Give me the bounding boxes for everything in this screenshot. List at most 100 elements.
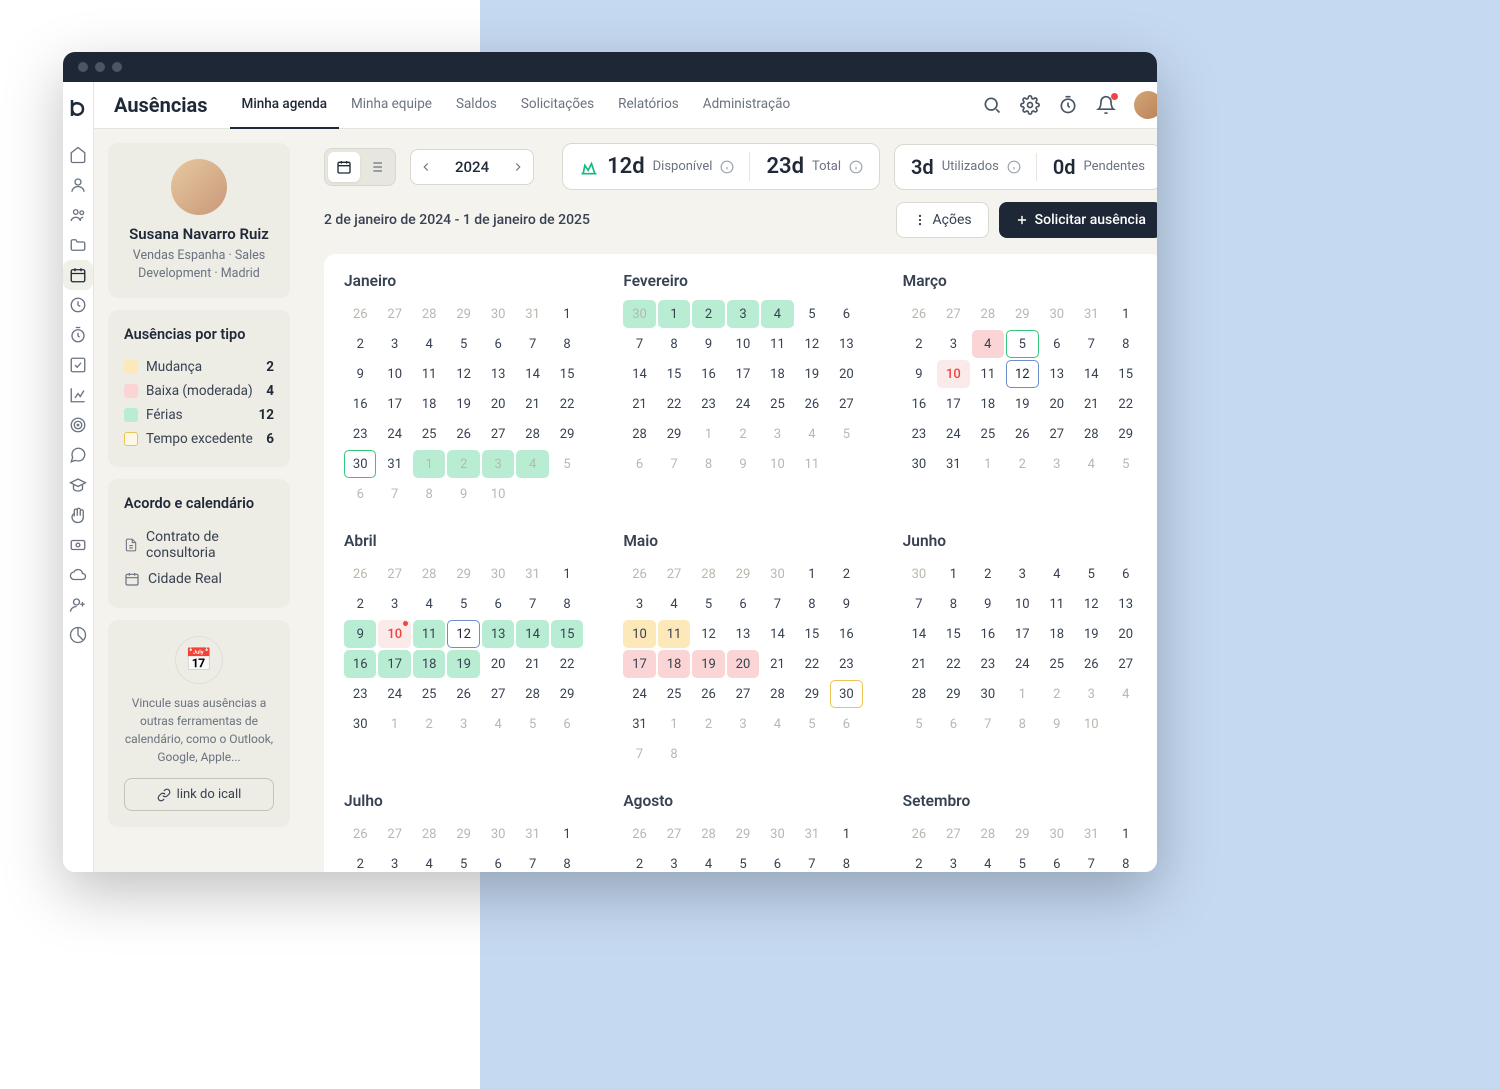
rail-calendar[interactable] <box>63 260 93 290</box>
day-cell[interactable]: 15 <box>551 620 583 648</box>
rail-user[interactable] <box>63 170 93 200</box>
day-cell[interactable]: 7 <box>1075 850 1107 872</box>
day-cell[interactable]: 14 <box>516 360 548 388</box>
day-cell[interactable]: 27 <box>658 560 690 588</box>
rail-users[interactable] <box>63 200 93 230</box>
day-cell[interactable]: 26 <box>344 560 376 588</box>
day-cell[interactable]: 20 <box>1110 620 1142 648</box>
day-cell[interactable]: 15 <box>658 360 690 388</box>
rail-stopwatch[interactable] <box>63 320 93 350</box>
day-cell[interactable]: 13 <box>482 620 514 648</box>
day-cell[interactable]: 2 <box>692 300 724 328</box>
day-cell[interactable]: 3 <box>1075 680 1107 708</box>
day-cell[interactable]: 22 <box>937 650 969 678</box>
day-cell[interactable]: 18 <box>761 360 793 388</box>
type-row[interactable]: Baixa (moderada)4 <box>124 379 274 403</box>
day-cell[interactable]: 20 <box>727 650 759 678</box>
day-cell[interactable]: 4 <box>692 850 724 872</box>
day-cell[interactable]: 5 <box>1006 850 1038 872</box>
day-cell[interactable]: 15 <box>937 620 969 648</box>
day-cell[interactable]: 18 <box>1041 620 1073 648</box>
day-cell[interactable]: 4 <box>1041 560 1073 588</box>
day-cell[interactable]: 17 <box>727 360 759 388</box>
tab-relatórios[interactable]: Relatórios <box>606 82 691 129</box>
day-cell[interactable]: 12 <box>1075 590 1107 618</box>
type-row[interactable]: Mudança2 <box>124 355 274 379</box>
agreement-item[interactable]: Contrato de consultoria <box>124 524 274 566</box>
day-cell[interactable]: 11 <box>1041 590 1073 618</box>
day-cell[interactable]: 27 <box>1041 420 1073 448</box>
day-cell[interactable]: 22 <box>551 650 583 678</box>
day-cell[interactable]: 29 <box>727 560 759 588</box>
day-cell[interactable]: 28 <box>516 680 548 708</box>
tab-solicitações[interactable]: Solicitações <box>509 82 606 129</box>
day-cell[interactable]: 8 <box>692 450 724 478</box>
day-cell[interactable]: 8 <box>551 590 583 618</box>
day-cell[interactable]: 20 <box>482 390 514 418</box>
day-cell[interactable]: 10 <box>623 620 655 648</box>
day-cell[interactable]: 25 <box>413 680 445 708</box>
day-cell[interactable]: 30 <box>761 820 793 848</box>
day-cell[interactable]: 19 <box>796 360 828 388</box>
day-cell[interactable]: 10 <box>482 480 514 508</box>
day-cell[interactable]: 3 <box>727 300 759 328</box>
settings-icon[interactable] <box>1020 95 1040 115</box>
day-cell[interactable]: 21 <box>623 390 655 418</box>
day-cell[interactable]: 18 <box>413 650 445 678</box>
day-cell[interactable]: 5 <box>516 710 548 738</box>
day-cell[interactable]: 10 <box>1075 710 1107 738</box>
day-cell[interactable]: 7 <box>623 330 655 358</box>
day-cell[interactable]: 26 <box>903 300 935 328</box>
day-cell[interactable]: 30 <box>344 450 376 478</box>
day-cell[interactable]: 7 <box>378 480 410 508</box>
day-cell[interactable]: 10 <box>1006 590 1038 618</box>
day-cell[interactable]: 31 <box>1075 300 1107 328</box>
day-cell[interactable]: 25 <box>972 420 1004 448</box>
day-cell[interactable]: 14 <box>516 620 548 648</box>
day-cell[interactable]: 9 <box>1041 710 1073 738</box>
day-cell[interactable]: 10 <box>937 360 969 388</box>
day-cell[interactable]: 20 <box>482 650 514 678</box>
day-cell[interactable]: 25 <box>1041 650 1073 678</box>
day-cell[interactable]: 13 <box>727 620 759 648</box>
day-cell[interactable]: 22 <box>1110 390 1142 418</box>
day-cell[interactable]: 3 <box>937 850 969 872</box>
day-cell[interactable]: 2 <box>344 590 376 618</box>
day-cell[interactable]: 28 <box>692 820 724 848</box>
day-cell[interactable]: 9 <box>692 330 724 358</box>
day-cell[interactable]: 27 <box>937 820 969 848</box>
day-cell[interactable]: 16 <box>972 620 1004 648</box>
rail-hand[interactable] <box>63 500 93 530</box>
day-cell[interactable]: 10 <box>378 620 410 648</box>
type-row[interactable]: Férias12 <box>124 403 274 427</box>
day-cell[interactable]: 30 <box>482 820 514 848</box>
day-cell[interactable]: 30 <box>623 300 655 328</box>
day-cell[interactable]: 2 <box>344 330 376 358</box>
day-cell[interactable]: 9 <box>344 620 376 648</box>
day-cell[interactable]: 27 <box>658 820 690 848</box>
day-cell[interactable]: 3 <box>378 330 410 358</box>
day-cell[interactable]: 6 <box>623 450 655 478</box>
day-cell[interactable]: 21 <box>1075 390 1107 418</box>
day-cell[interactable]: 8 <box>1006 710 1038 738</box>
day-cell[interactable]: 21 <box>761 650 793 678</box>
day-cell[interactable]: 9 <box>830 590 862 618</box>
day-cell[interactable]: 1 <box>1110 820 1142 848</box>
day-cell[interactable]: 3 <box>378 590 410 618</box>
day-cell[interactable]: 13 <box>482 360 514 388</box>
day-cell[interactable]: 28 <box>413 820 445 848</box>
day-cell[interactable]: 8 <box>413 480 445 508</box>
day-cell[interactable]: 6 <box>482 850 514 872</box>
day-cell[interactable]: 27 <box>937 300 969 328</box>
day-cell[interactable]: 7 <box>516 330 548 358</box>
day-cell[interactable]: 17 <box>378 650 410 678</box>
day-cell[interactable]: 24 <box>1006 650 1038 678</box>
day-cell[interactable]: 30 <box>903 560 935 588</box>
day-cell[interactable]: 28 <box>761 680 793 708</box>
day-cell[interactable]: 29 <box>551 680 583 708</box>
day-cell[interactable]: 28 <box>903 680 935 708</box>
day-cell[interactable]: 11 <box>658 620 690 648</box>
type-row[interactable]: Tempo excedente6 <box>124 427 274 451</box>
day-cell[interactable]: 3 <box>447 710 479 738</box>
day-cell[interactable]: 6 <box>830 300 862 328</box>
